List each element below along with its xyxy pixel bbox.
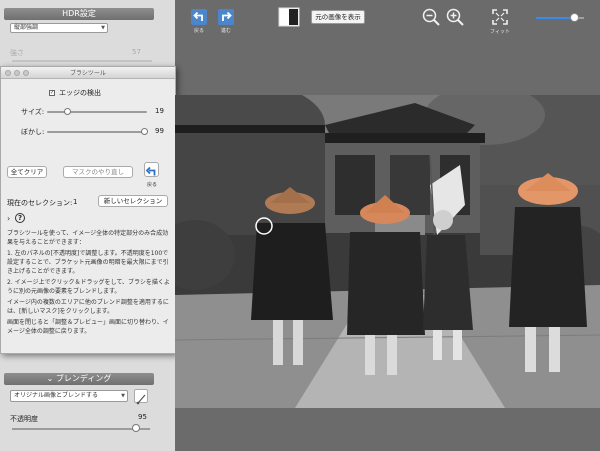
preset-value: 縦部強調: [14, 24, 39, 31]
show-original-button[interactable]: 元の画像を表示: [311, 10, 365, 24]
blend-mode-value: オリジナル画像とブレンドする: [14, 392, 99, 399]
zoom-slider-knob[interactable]: [570, 13, 579, 22]
help-step4: 画面を閉じると「調整＆プレビュー」画面に切り替わり、イメージ全体の調整に戻ります…: [7, 319, 169, 335]
blending-header[interactable]: ⌄ ブレンディング: [4, 373, 154, 385]
redo-icon: [218, 9, 234, 25]
compare-icon: [278, 7, 300, 27]
preview-image[interactable]: [175, 95, 600, 408]
brush-panel-title: ブラシツール: [70, 70, 106, 77]
brush-icon: [136, 394, 146, 405]
help-step2: 2. イメージ上でクリック＆ドラッグをして、ブラシを描くように別の元画像の要素を…: [7, 279, 170, 295]
edge-detect-checkbox[interactable]: ✓: [49, 90, 55, 96]
help-text: ブラシツールを使って、イメージ全体の特定部分のみ合成効果を与えることができます：…: [7, 229, 171, 338]
brush-panel-titlebar[interactable]: ブラシツール: [1, 67, 175, 79]
fit-icon: [492, 9, 508, 25]
disclosure-triangle-icon[interactable]: ›: [7, 214, 10, 223]
size-value: 19: [155, 107, 164, 115]
zoom-in-icon: [446, 8, 464, 26]
strength-slider[interactable]: [12, 60, 152, 62]
edge-detect-label: エッジの検出: [59, 89, 101, 97]
size-label: サイズ:: [21, 108, 45, 116]
redo-button[interactable]: [218, 9, 234, 29]
zoom-out-button[interactable]: [422, 8, 440, 30]
undo-icon: [145, 166, 156, 176]
zoom-out-icon: [422, 8, 440, 26]
opacity-slider-knob[interactable]: [132, 424, 140, 432]
zoom-slider-fill: [536, 17, 574, 19]
blending-title: ブレンディング: [55, 374, 112, 383]
new-selection-button[interactable]: 新しいセレクション: [98, 195, 168, 207]
fit-button[interactable]: [492, 9, 508, 29]
brush-undo-button[interactable]: [144, 162, 159, 177]
chevron-down-icon: ▼: [101, 25, 105, 31]
chevron-down-icon: ▼: [121, 393, 125, 399]
hdr-settings-header[interactable]: HDR設定: [4, 8, 154, 20]
blur-slider[interactable]: [47, 131, 147, 133]
compare-view-button[interactable]: [278, 7, 300, 31]
blur-slider-knob[interactable]: [141, 128, 148, 135]
brush-tool-button[interactable]: [134, 389, 148, 405]
opacity-value: 95: [138, 413, 147, 421]
clear-all-button[interactable]: 全てクリア: [7, 166, 47, 178]
blur-label: ぼかし:: [21, 128, 45, 136]
size-slider[interactable]: [47, 111, 147, 113]
undo-icon: [191, 9, 207, 25]
help-step3: イメージ内の複数のエリアに他のブレンド調整を適用するには、[新しいマスク]をクリ…: [7, 299, 169, 315]
undo-label: 戻る: [193, 28, 204, 34]
undo-button[interactable]: [191, 9, 207, 29]
brush-tool-panel: ブラシツール ✓ エッジの検出 サイズ: 19 ぼかし: 99 全てクリア マス…: [0, 66, 176, 354]
preset-dropdown[interactable]: 縦部強調 ▼: [10, 23, 108, 33]
help-icon[interactable]: ?: [15, 213, 25, 223]
opacity-slider[interactable]: [12, 428, 150, 430]
opacity-label: 不透明度: [10, 415, 38, 423]
strength-value: 57: [132, 48, 141, 56]
blur-value: 99: [155, 127, 164, 135]
fit-label: フィット: [490, 29, 510, 35]
blend-mode-dropdown[interactable]: オリジナル画像とブレンドする ▼: [10, 390, 128, 402]
help-intro: ブラシツールを使って、イメージ全体の特定部分のみ合成効果を与えることができます：: [7, 230, 169, 246]
chevron-down-icon: ⌄: [46, 374, 56, 383]
redo-mask-button[interactable]: マスクのやり直し: [63, 166, 133, 178]
current-selection-value: 1: [73, 198, 78, 206]
hdr-settings-title: HDR設定: [62, 9, 96, 18]
redo-label: 進む: [220, 28, 231, 34]
zoom-in-button[interactable]: [446, 8, 464, 30]
help-step1: 1. 左のパネルの[不透明度]で調整します。不透明度を100で設定することで、ブ…: [7, 250, 169, 275]
brush-undo-label: 戻る: [147, 182, 158, 188]
strength-label: 強さ: [10, 49, 24, 57]
size-slider-knob[interactable]: [64, 108, 71, 115]
current-selection-label: 現在のセレクション:: [7, 199, 73, 207]
